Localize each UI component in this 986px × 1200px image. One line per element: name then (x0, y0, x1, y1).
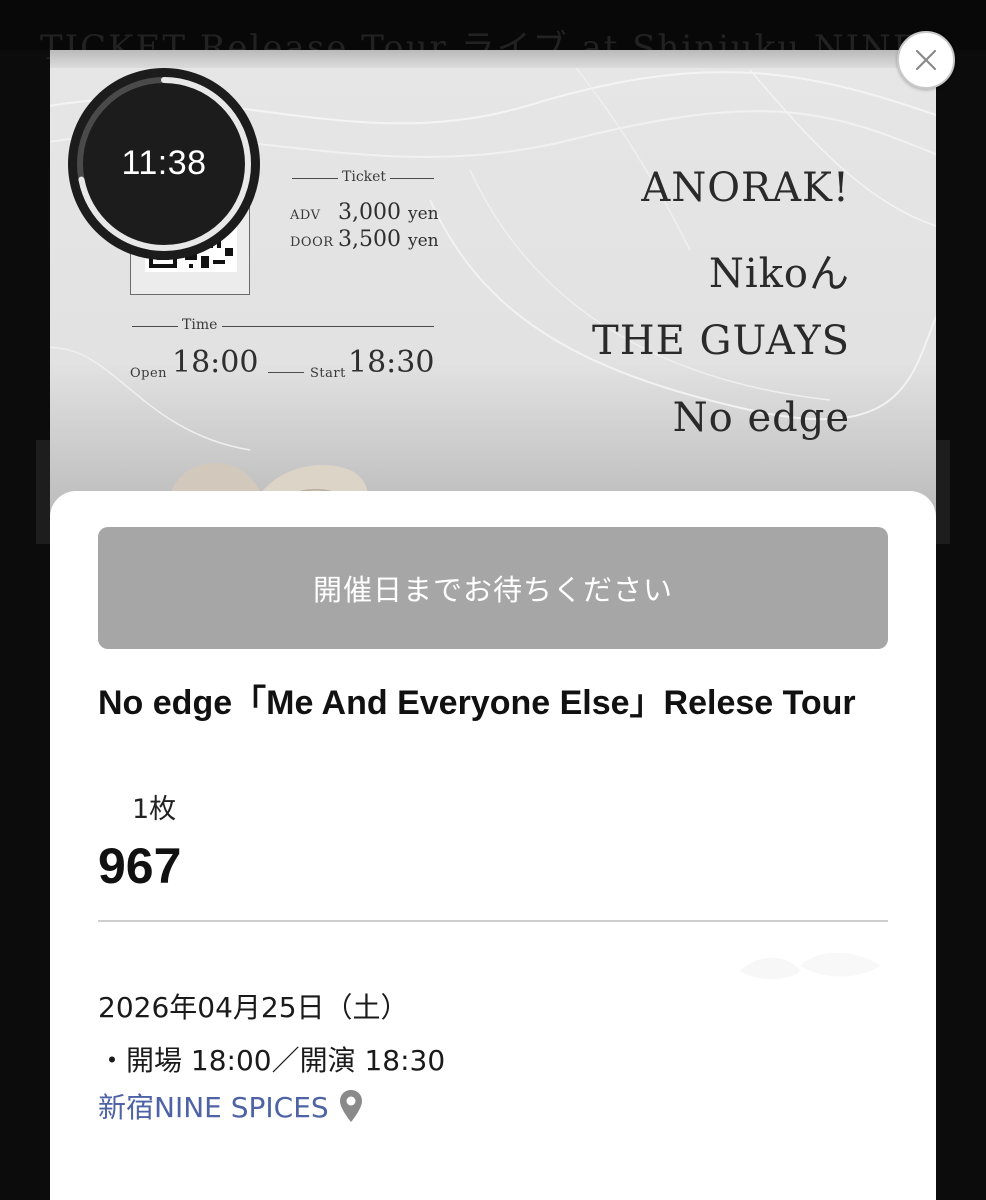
flyer-open-label: Open (130, 366, 168, 381)
event-date: 2026年04月25日（土） (98, 991, 409, 1024)
flyer-adv-price: 3,000 yen (338, 200, 439, 225)
flyer-adv-amount: 3,000 (338, 200, 401, 225)
ticket-quantity: 1枚 (132, 794, 177, 825)
flyer-door-label: DOOR (290, 235, 334, 250)
flyer-price-unit: yen (407, 231, 439, 251)
ticket-number: 967 (98, 838, 182, 894)
flyer-door-amount: 3,500 (338, 227, 401, 252)
flyer-start-time: 18:30 (348, 345, 435, 380)
divider (98, 920, 888, 922)
flyer-door-price: 3,500 yen (338, 227, 439, 252)
flyer-rule (132, 326, 178, 327)
wait-until-event-button[interactable]: 開催日までお待ちください (98, 527, 888, 649)
flyer-ticket-heading: Ticket (342, 169, 387, 185)
venue-name: 新宿NINE SPICES (98, 1091, 329, 1124)
flyer-artist: No edge (672, 395, 850, 441)
ticket-detail-sheet: 開催日までお待ちください No edge「Me And Everyone Els… (50, 491, 936, 1200)
flyer-time-heading: Time (182, 317, 218, 333)
flyer-rule (222, 326, 434, 327)
flyer-artist: THE GUAYS (592, 318, 850, 364)
venue-link[interactable]: 新宿NINE SPICES (98, 1086, 363, 1126)
flyer-price-unit: yen (407, 204, 439, 224)
event-title: No edge「Me And Everyone Else」Relese Tour (98, 684, 856, 722)
flyer-start-label: Start (310, 366, 346, 381)
backdrop-panel-right (936, 440, 950, 544)
flyer-rule (390, 178, 434, 179)
map-pin-icon (339, 1090, 362, 1122)
flyer-rule (268, 372, 304, 373)
event-door-start-times: ・開場 18:00／開演 18:30 (98, 1044, 446, 1077)
flyer-adv-label: ADV (290, 208, 321, 223)
flyer-open-time: 18:00 (172, 345, 259, 380)
countdown-label: 11:38 (121, 143, 207, 182)
watermark-flower-icon (740, 952, 880, 980)
flyer-artist: Nikoん (708, 251, 850, 297)
flyer-artist: ANORAK! (641, 165, 850, 211)
close-button[interactable] (897, 31, 955, 89)
countdown-timer: 11:38 (66, 66, 262, 262)
flyer-rule (292, 178, 338, 179)
backdrop-panel-left (36, 440, 50, 544)
close-icon (915, 49, 937, 71)
